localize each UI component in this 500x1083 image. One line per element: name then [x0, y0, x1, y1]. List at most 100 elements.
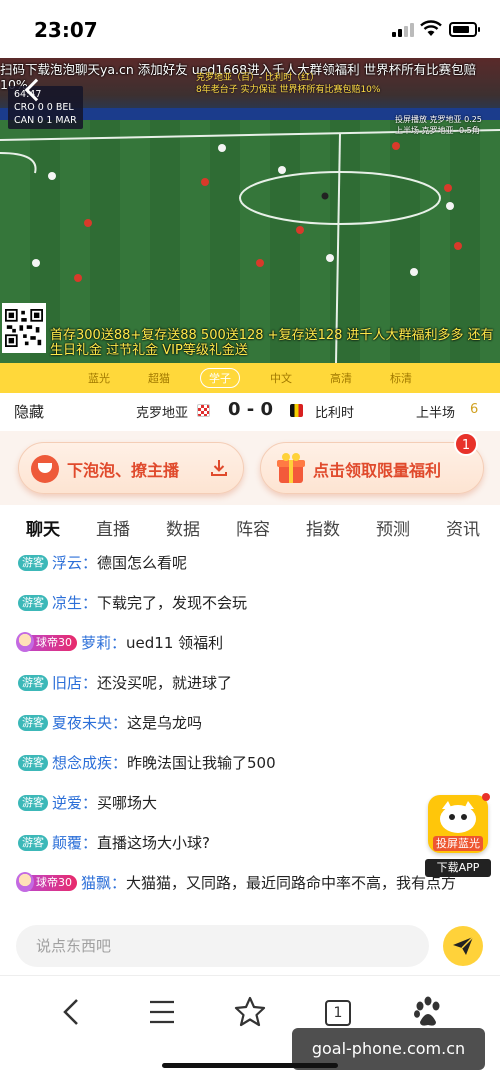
guest-badge: 游客	[18, 795, 48, 811]
video-player[interactable]: 扫码下载泡泡聊天ya.cn 添加好友 ued1668进入千人大群领福利 世界杯所…	[0, 58, 500, 363]
quality-selector: 蓝光 超猫 学子 中文 高清 标清	[0, 363, 500, 393]
chat-text: ued11 领福利	[126, 634, 224, 652]
chat-username[interactable]: 猫飘：	[81, 874, 126, 892]
quality-option[interactable]: 蓝光	[80, 369, 118, 387]
chat-text: 还没买呢，就进球了	[97, 674, 233, 692]
baidu-paw-icon	[414, 996, 440, 1026]
chat-message: 游客 想念成疾：昨晚法国让我输了500	[18, 752, 276, 774]
chat-text: 下载完了，发现不会玩	[97, 594, 248, 612]
tab-item[interactable]: 直播	[96, 515, 130, 540]
belgium-flag-icon	[290, 404, 303, 417]
scorebug-row-2: CAN 0 1 MAR	[14, 115, 77, 126]
chat-message: 游客 凉生：下载完了，发现不会玩	[18, 592, 247, 614]
broadcast-tag-line-1: 投屏播放 克罗地亚 0.25	[395, 115, 482, 124]
chat-bubble-icon	[31, 455, 59, 483]
guest-badge: 游客	[18, 835, 48, 851]
chat-username[interactable]: 想念成疾：	[52, 754, 127, 772]
signal-icon	[392, 23, 414, 37]
scorebug-row-1: CRO 0 0 BEL	[14, 102, 74, 113]
chat-text: 昨晚法国让我输了500	[127, 754, 276, 772]
download-app-promo-button[interactable]: 下泡泡、撩主播	[18, 442, 244, 494]
chat-text: 直播这场大小球?	[97, 834, 210, 852]
send-button[interactable]	[443, 926, 483, 966]
vip-badge: 球帝30	[16, 872, 77, 892]
tab-item[interactable]: 聊天	[26, 515, 60, 540]
promo-overlay-line-2: 8年老台子 实力保证 世界杯所有比赛包赔10%	[196, 85, 381, 95]
chat-message: 球帝30 萝莉：ued11 领福利	[16, 632, 224, 654]
back-button[interactable]	[52, 992, 92, 1032]
croatia-flag-icon	[197, 404, 210, 417]
chat-message: 游客 浮云：德国怎么看呢	[18, 552, 187, 574]
tab-item[interactable]: 数据	[166, 515, 200, 540]
promo-overlay-line-1: 克罗地亚（百）- 比利时（红）	[196, 73, 320, 83]
status-bar: 23:07	[0, 0, 500, 58]
chat-input[interactable]	[16, 925, 429, 967]
battery-fill	[453, 26, 469, 33]
quality-option[interactable]: 高清	[322, 369, 360, 387]
tab-item[interactable]: 资讯	[446, 515, 480, 540]
bookmark-button[interactable]	[230, 992, 270, 1032]
guest-badge: 游客	[18, 715, 48, 731]
qr-code-icon	[5, 309, 43, 347]
chat-username[interactable]: 夏夜未央：	[52, 714, 127, 732]
chat-message: 游客 颠覆：直播这场大小球?	[18, 832, 210, 854]
broadcast-tag-line-2: 上半场 克罗地亚 -0.5角	[395, 126, 480, 135]
broadcast-tag: 投屏播放 克罗地亚 0.25 上半场 克罗地亚 -0.5角	[395, 114, 482, 136]
baidu-home-button[interactable]	[408, 992, 448, 1032]
menu-button[interactable]	[142, 992, 182, 1032]
download-icon	[211, 460, 227, 476]
match-info-row: 隐藏 克罗地亚 0 - 0 比利时 上半场 6	[0, 393, 500, 431]
menu-icon	[150, 1000, 174, 1024]
mascot-icon	[440, 801, 476, 833]
battery-icon	[449, 22, 480, 37]
promo-left-label: 下泡泡、撩主播	[67, 461, 180, 480]
chat-username[interactable]: 逆爱：	[52, 794, 97, 812]
tab-item[interactable]: 指数	[306, 515, 340, 540]
chat-text: 这是乌龙吗	[127, 714, 203, 732]
promo-section: 下泡泡、撩主播 点击领取限量福利	[0, 431, 500, 505]
vip-badge: 球帝30	[16, 632, 77, 652]
gift-icon	[277, 453, 305, 483]
chevron-left-icon	[63, 999, 78, 1025]
floating-app-button[interactable]: 投屏蓝光 下载APP	[425, 793, 491, 879]
tabs-button[interactable]: 1	[314, 992, 354, 1032]
chat-text: 买哪场大	[97, 794, 158, 812]
chat-username[interactable]: 旧店：	[52, 674, 97, 692]
promo-right-label: 点击领取限量福利	[313, 461, 442, 480]
hide-button[interactable]: 隐藏	[14, 401, 44, 422]
quality-option[interactable]: 超猫	[140, 369, 178, 387]
chat-text: 大猫猫，又同路，最近同路命中率不高，我有点方	[126, 874, 457, 892]
content-tabs: 聊天 直播 数据 阵容 指数 预测 资讯	[0, 505, 500, 547]
paper-plane-icon	[453, 936, 474, 955]
tv-scorebug: 64:47 CRO 0 0 BEL CAN 0 1 MAR	[8, 86, 83, 129]
quality-option[interactable]: 学子	[200, 368, 240, 388]
cast-app-icon[interactable]: 投屏蓝光	[428, 795, 488, 853]
quality-option[interactable]: 标清	[382, 369, 420, 387]
bottom-ad-marquee: 首存300送88+复存送88 500送128 +复存送128 进千人大群福利多多…	[50, 328, 494, 358]
team-away-name: 比利时	[315, 406, 355, 421]
video-promo-overlay: 克罗地亚（百）- 比利时（红） 8年老台子 实力保证 世界杯所有比赛包赔10%	[196, 72, 380, 96]
chat-username[interactable]: 凉生：	[52, 594, 97, 612]
guest-badge: 游客	[18, 675, 48, 691]
chat-username[interactable]: 颠覆：	[52, 834, 97, 852]
download-app-label[interactable]: 下载APP	[425, 859, 491, 877]
tab-item[interactable]: 预测	[376, 515, 410, 540]
float-notification-dot	[482, 793, 490, 801]
notification-badge: 1	[454, 432, 478, 456]
chat-message: 游客 夏夜未央：这是乌龙吗	[18, 712, 202, 734]
chat-message: 球帝30 猫飘：大猫猫，又同路，最近同路命中率不高，我有点方	[16, 872, 458, 894]
tab-item[interactable]: 阵容	[236, 515, 270, 540]
chat-username[interactable]: 萝莉：	[81, 634, 126, 652]
quality-option[interactable]: 中文	[262, 369, 300, 387]
home-indicator[interactable]	[162, 1063, 338, 1068]
star-icon	[234, 996, 266, 1027]
match-period: 上半场	[416, 406, 456, 421]
match-period-value: 6	[470, 402, 479, 417]
match-score: 0 - 0	[228, 399, 274, 420]
chat-input-bar	[0, 917, 500, 975]
team-home-name: 克罗地亚	[136, 406, 189, 421]
qr-code	[2, 303, 46, 353]
status-time: 23:07	[34, 18, 98, 42]
chat-username[interactable]: 浮云：	[52, 554, 97, 572]
claim-benefits-promo-button[interactable]: 点击领取限量福利	[260, 442, 484, 494]
